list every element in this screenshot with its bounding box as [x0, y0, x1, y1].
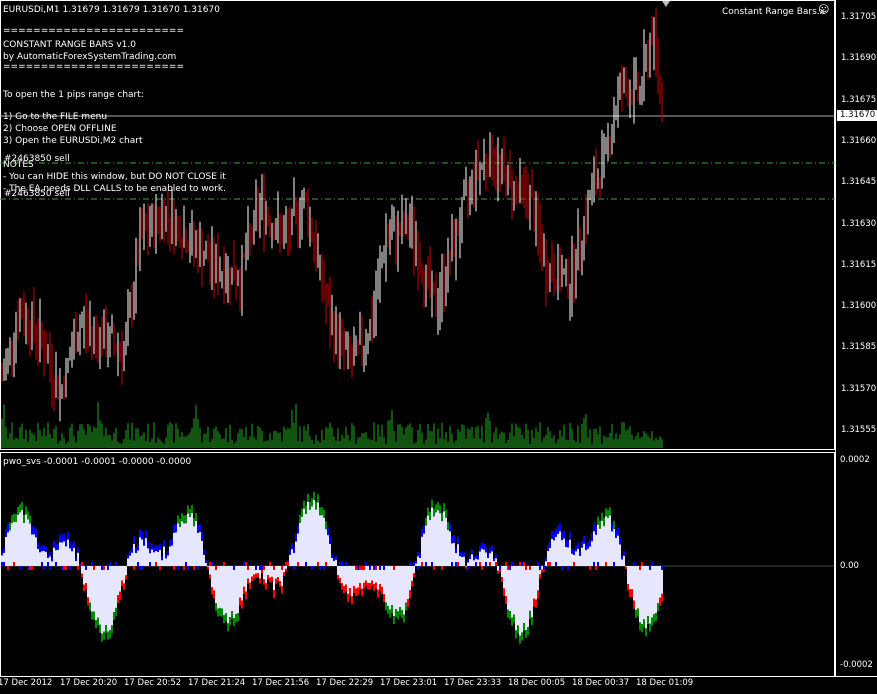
chart-canvas[interactable]	[0, 0, 877, 694]
time-axis-label: 18 Dec 00:05	[508, 678, 566, 688]
price-axis-tick: 1.31645	[841, 177, 877, 188]
current-price-tag: 1.31670	[837, 110, 877, 121]
time-axis-label: 17 Dec 23:01	[380, 678, 438, 688]
indicator-name-label: Constant Range Bars.x	[722, 7, 825, 17]
price-axis-tick: 1.31600	[841, 301, 877, 312]
symbol-header: EURUSDi,M1 1.31679 1.31679 1.31670 1.316…	[3, 5, 220, 15]
shift-marker-icon[interactable]	[662, 1, 670, 7]
info-panel-line: 2) Choose OPEN OFFLINE	[3, 124, 117, 134]
price-axis-tick: 1.31705	[841, 12, 877, 22]
time-axis-label: 17 Dec 20:52	[124, 678, 182, 688]
price-axis-tick: 1.31690	[841, 53, 877, 64]
sub-window-title: pwo_svs -0.0001 -0.0001 -0.0000 -0.0000	[3, 457, 192, 467]
info-panel-line: To open the 1 pips range chart:	[3, 90, 144, 100]
info-panel-line: CONSTANT RANGE BARS v1.0	[3, 40, 136, 50]
sub-axis-tick: 0.0002	[840, 455, 870, 465]
price-axis-tick: 1.31555	[841, 425, 877, 435]
sub-axis-tick: 0.00	[840, 561, 859, 571]
price-axis-tick: 1.31660	[841, 135, 877, 146]
price-axis-tick: 1.31570	[841, 383, 877, 394]
info-panel-line: 3) Open the EURUSDi,M2 chart	[3, 136, 143, 146]
price-axis-tick: 1.31630	[841, 218, 877, 229]
info-panel-line: - You can HIDE this window, but DO NOT C…	[3, 172, 226, 182]
time-axis-label: 17 Dec 21:24	[188, 678, 246, 688]
time-axis-label: 17 Dec 2012	[0, 678, 53, 688]
time-axis-label: 17 Dec 21:56	[252, 678, 310, 688]
price-axis-tick: 1.31585	[841, 342, 877, 353]
info-panel-line: ========================	[3, 62, 184, 72]
info-panel-line: by AutomaticForexSystemTrading.com	[3, 52, 177, 62]
order-label: #2463850 sell	[4, 189, 70, 199]
info-panel-line: ========================	[3, 26, 184, 36]
time-axis-label: 17 Dec 22:29	[316, 678, 374, 688]
price-axis-tick: 1.31615	[841, 259, 877, 270]
time-axis-label: 18 Dec 00:37	[572, 678, 630, 688]
price-axis-tick: 1.31675	[841, 94, 877, 105]
order-label: #2463850 sell	[4, 154, 70, 164]
smiley-icon[interactable]: ☺	[818, 4, 829, 15]
time-axis-label: 17 Dec 23:33	[444, 678, 502, 688]
time-axis-label: 18 Dec 01:09	[636, 678, 694, 688]
info-panel-line: 1) Go to the FILE menu	[3, 112, 108, 122]
time-axis-label: 17 Dec 20:20	[60, 678, 118, 688]
sub-axis-tick: -0.0002	[840, 660, 873, 670]
